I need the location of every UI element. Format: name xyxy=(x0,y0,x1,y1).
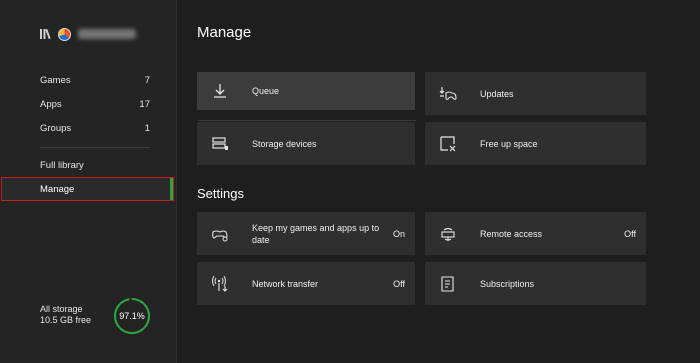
sidebar-item-label: Apps xyxy=(40,99,62,110)
network-transfer-value: Off xyxy=(393,278,405,289)
page-title: Manage xyxy=(197,24,252,41)
subscriptions-icon xyxy=(441,275,454,292)
sidebar-item-label: Groups xyxy=(40,123,72,134)
storage-devices-icon xyxy=(212,136,228,150)
sidebar-item-groups[interactable]: Groups 1 xyxy=(40,123,150,134)
storage-summary: All storage 10.5 GB free xyxy=(40,304,91,326)
free-up-space-tile[interactable]: Free up space xyxy=(425,122,646,165)
keep-games-updated-label: Keep my games and apps up to date xyxy=(252,222,380,245)
storage-title: All storage xyxy=(40,304,83,314)
controller-settings-icon xyxy=(212,229,228,241)
free-up-space-label: Free up space xyxy=(480,138,538,149)
network-transfer-icon xyxy=(212,275,228,292)
tile-divider xyxy=(198,120,416,121)
sidebar-item-full-library[interactable]: Full library xyxy=(40,160,150,171)
sidebar-item-count: 17 xyxy=(139,99,150,110)
sidebar-item-label: Games xyxy=(40,75,71,86)
sidebar-item-count: 1 xyxy=(144,123,150,134)
sidebar-item-games[interactable]: Games 7 xyxy=(40,75,150,86)
storage-devices-label: Storage devices xyxy=(252,138,317,149)
selected-indicator xyxy=(170,178,173,200)
library-icon xyxy=(40,28,51,40)
sidebar-item-count: 7 xyxy=(144,75,150,86)
remote-access-icon xyxy=(441,227,455,241)
network-transfer-label: Network transfer xyxy=(252,278,319,289)
updates-label: Updates xyxy=(480,88,514,99)
remote-access-value: Off xyxy=(624,228,636,239)
network-transfer-tile[interactable]: Network transfer Off xyxy=(197,262,415,305)
free-up-space-icon xyxy=(440,135,456,151)
sidebar-item-label: Manage xyxy=(40,184,75,195)
profile-header xyxy=(40,26,136,42)
remote-access-tile[interactable]: Remote access Off xyxy=(425,212,646,255)
avatar[interactable] xyxy=(58,27,71,41)
sidebar-divider xyxy=(40,147,150,148)
storage-percent: 97.1% xyxy=(119,311,145,321)
sidebar: Games 7 Apps 17 Groups 1 Full library Ma… xyxy=(0,0,177,363)
keep-games-updated-value: On xyxy=(392,228,405,239)
queue-tile[interactable]: Queue xyxy=(197,72,415,110)
settings-title: Settings xyxy=(197,186,244,201)
sidebar-item-label: Full library xyxy=(40,160,84,171)
sidebar-item-manage[interactable]: Manage xyxy=(1,177,174,201)
updates-tile[interactable]: Updates xyxy=(425,72,646,115)
keep-games-updated-tile[interactable]: Keep my games and apps up to date On xyxy=(197,212,415,255)
queue-label: Queue xyxy=(252,86,280,96)
subscriptions-label: Subscriptions xyxy=(480,278,535,289)
gamertag-blurred xyxy=(78,29,136,39)
sidebar-item-apps[interactable]: Apps 17 xyxy=(40,99,150,110)
download-icon xyxy=(214,84,226,98)
remote-access-label: Remote access xyxy=(480,228,543,239)
storage-devices-tile[interactable]: Storage devices xyxy=(197,122,415,165)
storage-free: 10.5 GB free xyxy=(40,315,92,325)
download-controller-icon xyxy=(439,86,457,100)
subscriptions-tile[interactable]: Subscriptions xyxy=(425,262,646,305)
